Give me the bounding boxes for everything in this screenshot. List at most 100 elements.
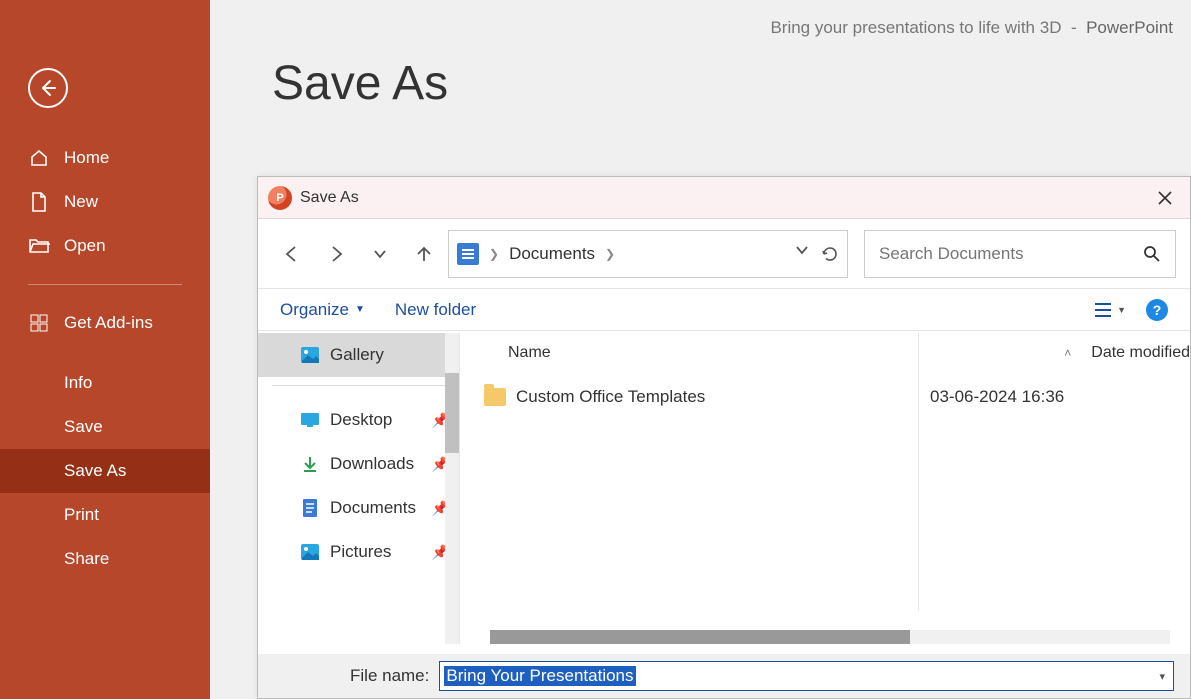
quick-downloads[interactable]: Downloads 📌 [258, 442, 459, 486]
nav-print-label: Print [64, 505, 99, 525]
back-button[interactable] [28, 68, 68, 108]
filename-label: File name: [350, 666, 429, 686]
close-button[interactable] [1150, 183, 1180, 213]
nav-print[interactable]: Print [0, 493, 210, 537]
quick-access-pane: Gallery Desktop 📌 Downloads 📌 [258, 333, 460, 644]
view-options-button[interactable]: ▼ [1093, 302, 1126, 318]
file-row-name: Custom Office Templates [516, 387, 930, 407]
refresh-icon [821, 245, 839, 263]
nav-recent-button[interactable] [360, 234, 400, 274]
nav-forward-button[interactable] [316, 234, 356, 274]
dialog-body: Gallery Desktop 📌 Downloads 📌 [258, 333, 1190, 644]
nav-separator [28, 284, 182, 285]
breadcrumb-separator-icon: ❯ [489, 247, 499, 261]
close-icon [1158, 191, 1172, 205]
dialog-titlebar: P Save As [258, 177, 1190, 219]
search-button[interactable] [1143, 245, 1161, 263]
header-name[interactable]: Name [508, 344, 908, 362]
nav-info[interactable]: Info [0, 361, 210, 405]
nav-info-label: Info [64, 373, 92, 393]
nav-list: Home New Open Get Add-ins Info Save [0, 136, 210, 581]
home-icon [28, 147, 50, 169]
gallery-icon [300, 345, 320, 365]
new-folder-label: New folder [395, 300, 476, 320]
refresh-button[interactable] [821, 245, 839, 263]
nav-new[interactable]: New [0, 180, 210, 224]
dialog-footer: File name: Bring Your Presentations ▾ [258, 654, 1190, 698]
column-divider[interactable] [918, 333, 919, 610]
nav-new-label: New [64, 192, 98, 212]
search-field[interactable] [864, 230, 1176, 278]
new-folder-button[interactable]: New folder [395, 300, 476, 320]
search-input[interactable] [879, 244, 1143, 264]
nav-addins-label: Get Add-ins [64, 313, 153, 333]
chevron-down-icon [795, 245, 809, 255]
nav-back-button[interactable] [272, 234, 312, 274]
quick-pictures[interactable]: Pictures 📌 [258, 530, 459, 574]
organize-label: Organize [280, 300, 349, 320]
quick-desktop[interactable]: Desktop 📌 [258, 398, 459, 442]
arrow-right-icon [326, 244, 346, 264]
arrow-left-icon [282, 244, 302, 264]
nav-share[interactable]: Share [0, 537, 210, 581]
filename-value[interactable]: Bring Your Presentations [444, 666, 635, 686]
caret-down-icon: ▼ [1117, 305, 1126, 315]
scrollbar-thumb[interactable] [445, 373, 459, 453]
nav-saveas-label: Save As [64, 461, 126, 481]
dialog-nav-row: ❯ Documents ❯ [258, 219, 1190, 289]
horizontal-scrollbar[interactable] [490, 630, 1170, 644]
nav-open[interactable]: Open [0, 224, 210, 268]
search-icon [1143, 245, 1161, 263]
desktop-icon [300, 410, 320, 430]
nav-addins[interactable]: Get Add-ins [0, 301, 210, 345]
folder-open-icon [28, 235, 50, 257]
pictures-icon [300, 542, 320, 562]
quick-gallery[interactable]: Gallery [258, 333, 459, 377]
quick-documents-label: Documents [330, 498, 416, 518]
quick-scrollbar[interactable] [445, 333, 459, 644]
header-date[interactable]: Date modified [1091, 344, 1190, 362]
quick-separator [272, 385, 445, 386]
arrow-up-icon [414, 244, 434, 264]
sort-indicator-icon: ˄ [1064, 346, 1071, 360]
help-button[interactable]: ? [1146, 299, 1168, 321]
quick-desktop-label: Desktop [330, 410, 392, 430]
address-dropdown-button[interactable] [795, 245, 809, 263]
dialog-title: Save As [300, 189, 359, 207]
address-bar[interactable]: ❯ Documents ❯ [448, 230, 848, 278]
arrow-left-icon [38, 78, 58, 98]
doc-title: Bring your presentations to life with 3D [770, 18, 1061, 37]
filename-field[interactable]: Bring Your Presentations ▾ [439, 661, 1174, 691]
save-as-dialog: P Save As ❯ Documents ❯ [257, 176, 1191, 699]
backstage-sidebar: Home New Open Get Add-ins Info Save [0, 0, 210, 699]
nav-up-button[interactable] [404, 234, 444, 274]
app-name: PowerPoint [1086, 18, 1173, 37]
documents-icon [300, 498, 320, 518]
file-list-pane: Name ˄ Date modified Custom Office Templ… [460, 333, 1190, 644]
quick-documents[interactable]: Documents 📌 [258, 486, 459, 530]
folder-icon [484, 388, 506, 406]
organize-button[interactable]: Organize ▼ [280, 300, 365, 320]
caret-down-icon: ▼ [355, 304, 365, 315]
nav-save[interactable]: Save [0, 405, 210, 449]
file-list-header: Name ˄ Date modified [460, 333, 1190, 373]
list-view-icon [1093, 302, 1113, 318]
downloads-icon [300, 454, 320, 474]
file-row[interactable]: Custom Office Templates 03-06-2024 16:36 [460, 373, 1190, 421]
powerpoint-icon: P [268, 186, 292, 210]
window-title: Bring your presentations to life with 3D… [770, 18, 1173, 38]
scrollbar-thumb[interactable] [490, 630, 910, 644]
nav-open-label: Open [64, 236, 106, 256]
nav-home[interactable]: Home [0, 136, 210, 180]
page-title: Save As [272, 56, 448, 111]
addins-icon [28, 312, 50, 334]
nav-save-label: Save [64, 417, 103, 437]
chevron-down-icon[interactable]: ▾ [1159, 670, 1165, 683]
quick-downloads-label: Downloads [330, 454, 414, 474]
nav-saveas[interactable]: Save As [0, 449, 210, 493]
breadcrumb-item[interactable]: Documents [509, 244, 595, 264]
quick-gallery-label: Gallery [330, 345, 384, 365]
nav-share-label: Share [64, 549, 109, 569]
breadcrumb-separator-icon: ❯ [605, 247, 615, 261]
file-icon [28, 191, 50, 213]
